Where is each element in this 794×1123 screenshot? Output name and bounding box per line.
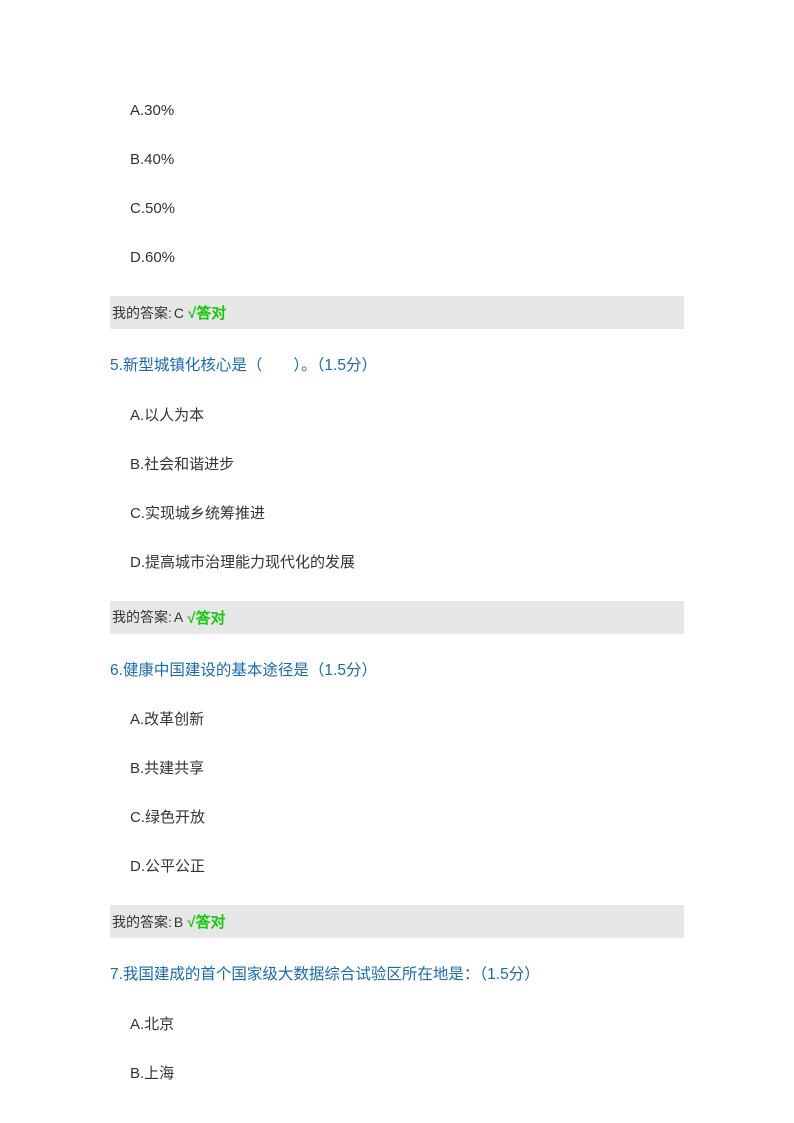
answer-correct-badge: √答对 bbox=[188, 302, 226, 323]
option-text: A.以人为本 bbox=[130, 405, 684, 426]
answer-label: 我的答案: bbox=[112, 303, 172, 323]
option-text: A.改革创新 bbox=[130, 709, 684, 730]
answer-value: B bbox=[174, 914, 183, 930]
option-text: D.60% bbox=[130, 247, 684, 268]
option-text: B.上海 bbox=[130, 1063, 684, 1084]
answer-label: 我的答案: bbox=[112, 912, 172, 932]
option-text: C.绿色开放 bbox=[130, 807, 684, 828]
answer-value: C bbox=[174, 305, 184, 321]
question-5: 5.新型城镇化核心是（ ）。（1.5分） A.以人为本 B.社会和谐进步 C.实… bbox=[110, 355, 684, 634]
option-text: B.40% bbox=[130, 149, 684, 170]
question-title: 6.健康中国建设的基本途径是（1.5分） bbox=[110, 660, 684, 682]
answer-label: 我的答案: bbox=[112, 607, 172, 627]
option-text: B.共建共享 bbox=[130, 758, 684, 779]
question-4-remainder: A.30% B.40% C.50% D.60% 我的答案: C √答对 bbox=[110, 100, 684, 329]
option-text: D.提高城市治理能力现代化的发展 bbox=[130, 552, 684, 573]
answer-row: 我的答案: A √答对 bbox=[110, 601, 684, 634]
option-text: D.公平公正 bbox=[130, 856, 684, 877]
answer-row: 我的答案: C √答对 bbox=[110, 296, 684, 329]
answer-correct-badge: √答对 bbox=[187, 911, 225, 932]
option-text: A.30% bbox=[130, 100, 684, 121]
option-text: C.50% bbox=[130, 198, 684, 219]
option-text: A.北京 bbox=[130, 1014, 684, 1035]
answer-value: A bbox=[174, 609, 183, 625]
answer-row: 我的答案: B √答对 bbox=[110, 905, 684, 938]
option-text: B.社会和谐进步 bbox=[130, 454, 684, 475]
question-title: 7.我国建成的首个国家级大数据综合试验区所在地是：（1.5分） bbox=[110, 964, 684, 986]
question-7: 7.我国建成的首个国家级大数据综合试验区所在地是：（1.5分） A.北京 B.上… bbox=[110, 964, 684, 1084]
option-text: C.实现城乡统筹推进 bbox=[130, 503, 684, 524]
question-6: 6.健康中国建设的基本途径是（1.5分） A.改革创新 B.共建共享 C.绿色开… bbox=[110, 660, 684, 939]
question-title: 5.新型城镇化核心是（ ）。（1.5分） bbox=[110, 355, 684, 377]
answer-correct-badge: √答对 bbox=[187, 607, 225, 628]
